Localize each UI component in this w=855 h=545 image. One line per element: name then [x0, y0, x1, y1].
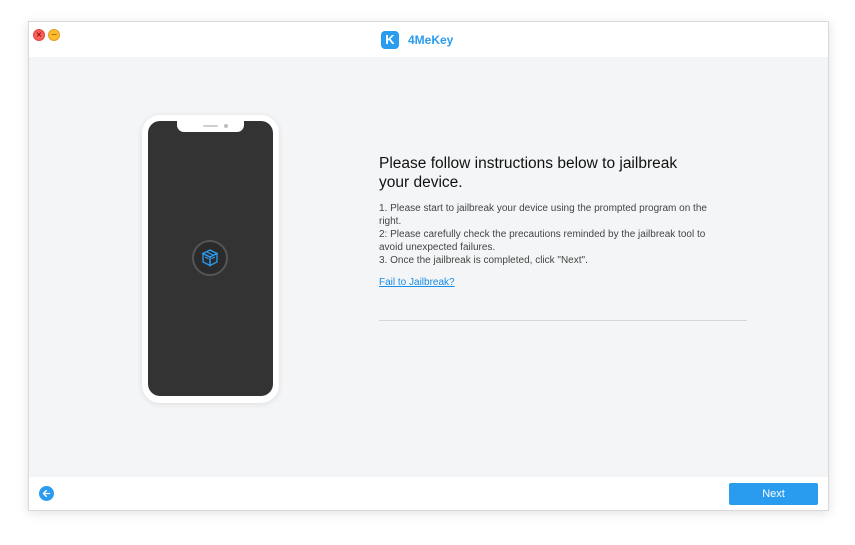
- jailbreak-box-icon: [201, 249, 219, 267]
- divider: [379, 320, 747, 321]
- back-button[interactable]: [39, 486, 54, 501]
- step-1: 1. Please start to jailbreak your device…: [379, 203, 707, 227]
- page-title: Please follow instructions below to jail…: [379, 155, 678, 191]
- footer-bar: Next: [29, 477, 828, 510]
- phone-screen: [148, 121, 273, 396]
- phone-illustration: [142, 115, 279, 403]
- box-icon: [192, 240, 228, 276]
- arrow-left-icon: [42, 489, 51, 498]
- steps-list: 1. Please start to jailbreak your device…: [379, 202, 749, 267]
- next-button[interactable]: Next: [729, 483, 818, 505]
- app-title: K 4MeKey: [381, 31, 453, 49]
- phone-notch: [177, 121, 244, 132]
- app-name: 4MeKey: [408, 33, 454, 47]
- camera-icon: [224, 124, 228, 128]
- fail-to-jailbreak-link[interactable]: Fail to Jailbreak?: [379, 277, 455, 288]
- title-bar: × − K 4MeKey: [29, 22, 828, 57]
- instructions-panel: Please follow instructions below to jail…: [379, 154, 749, 290]
- minimize-window-button[interactable]: −: [48, 29, 60, 41]
- 4mekey-logo-icon: K: [381, 31, 399, 49]
- step-3: 3. Once the jailbreak is completed, clic…: [379, 255, 588, 266]
- speaker-icon: [203, 125, 218, 127]
- step-2: 2: Please carefully check the precaution…: [379, 229, 706, 253]
- close-window-button[interactable]: ×: [33, 29, 45, 41]
- app-window: × − K 4MeKey Please follow instructions …: [28, 21, 829, 511]
